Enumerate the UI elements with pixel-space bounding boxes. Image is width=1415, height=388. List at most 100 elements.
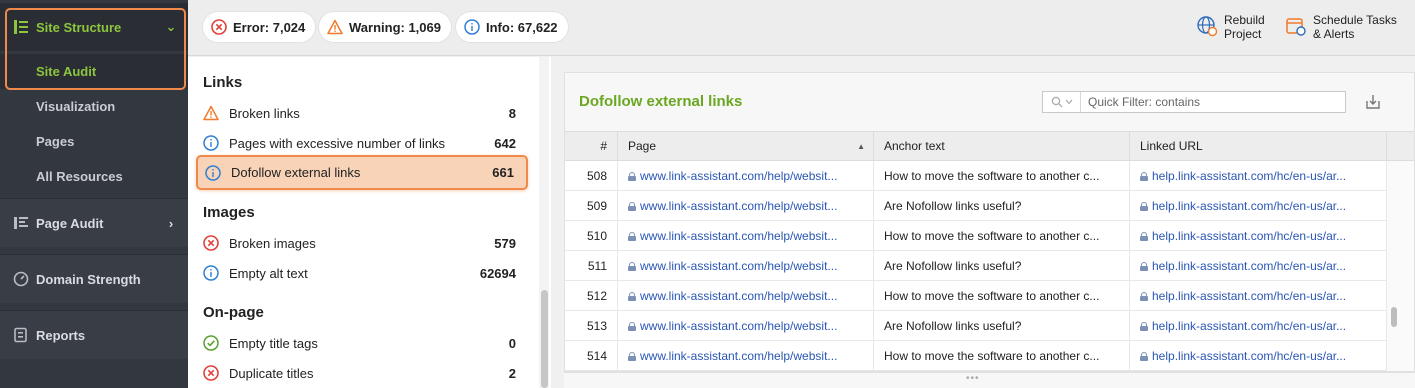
page-link[interactable]: www.link-assistant.com/help/websit... [618,191,874,221]
linked-url-text: help.link-assistant.com/hc/en-us/ar... [1152,349,1347,363]
anchor-text: How to move the software to another c... [874,221,1130,251]
group-heading-onpage: On-page [203,304,264,321]
quick-filter-input[interactable]: Quick Filter: contains [1081,95,1200,109]
error-icon [211,19,227,35]
page-url: www.link-assistant.com/help/websit... [640,199,838,213]
row-number: 514 [565,341,618,371]
lock-icon [628,351,636,361]
page-url: www.link-assistant.com/help/websit... [640,319,838,333]
linked-url-text: help.link-assistant.com/hc/en-us/ar... [1152,259,1347,273]
lock-icon [1140,231,1148,241]
chevron-right-icon: › [168,215,174,231]
page-link[interactable]: www.link-assistant.com/help/websit... [618,341,874,371]
sidebar-item-reports[interactable]: Reports [0,311,188,359]
linked-url-text: help.link-assistant.com/hc/en-us/ar... [1152,319,1347,333]
filter-mode-dropdown[interactable] [1043,92,1081,112]
issue-row-empty-alt-text[interactable]: Empty alt text 62694 [196,258,528,288]
lock-icon [628,171,636,181]
error-count-badge[interactable]: Error: 7,024 [203,12,316,42]
lock-icon [628,321,636,331]
page-audit-icon [11,213,31,233]
sidebar-item-pages[interactable]: Pages [0,124,188,159]
table-row[interactable]: 509 www.link-assistant.com/help/websit..… [565,191,1387,221]
grip-dots-icon: ••• [966,373,980,384]
schedule-tasks-button[interactable]: Schedule Tasks & Alerts [1285,13,1397,41]
warning-count-badge[interactable]: Warning: 1,069 [319,12,451,42]
page-link[interactable]: www.link-assistant.com/help/websit... [618,161,874,191]
issue-row-broken-images[interactable]: Broken images 579 [196,228,528,258]
table-row[interactable]: 511 www.link-assistant.com/help/websit..… [565,251,1387,281]
linked-url-text: help.link-assistant.com/hc/en-us/ar... [1152,289,1347,303]
sidebar-item-label: Reports [36,327,86,343]
issue-row-dofollow-external-links[interactable]: Dofollow external links 661 [196,155,528,190]
page-url: www.link-assistant.com/help/websit... [640,289,838,303]
column-header-linked-url[interactable]: Linked URL [1130,132,1387,160]
sidebar-item-page-audit[interactable]: Page Audit › [0,199,188,247]
column-header-anchor-text[interactable]: Anchor text [874,132,1130,160]
check-circle-icon [203,335,219,351]
linked-url[interactable]: help.link-assistant.com/hc/en-us/ar... [1130,191,1387,221]
issues-panel: Links Broken links 8 Pages with excessiv… [188,57,551,388]
table-row[interactable]: 508 www.link-assistant.com/help/websit..… [565,161,1387,191]
page-link[interactable]: www.link-assistant.com/help/websit... [618,251,874,281]
page-url: www.link-assistant.com/help/websit... [640,169,838,183]
search-icon [1051,96,1062,108]
issue-row-empty-title-tags[interactable]: Empty title tags 0 [196,328,528,358]
issue-row-duplicate-titles[interactable]: Duplicate titles 2 [196,358,528,388]
linked-url[interactable]: help.link-assistant.com/hc/en-us/ar... [1130,251,1387,281]
table-scrollbar[interactable] [1387,161,1414,371]
sidebar-item-label: All Resources [36,169,123,184]
column-header-page[interactable]: Page ▲ [618,132,874,160]
issue-label: Broken images [229,235,316,251]
table-row[interactable]: 512 www.link-assistant.com/help/websit..… [565,281,1387,311]
linked-url[interactable]: help.link-assistant.com/hc/en-us/ar... [1130,311,1387,341]
column-header-num[interactable]: # [565,132,618,160]
info-count-text: Info: 67,622 [486,19,558,35]
links-table: 508 www.link-assistant.com/help/websit..… [565,161,1387,371]
page-link[interactable]: www.link-assistant.com/help/websit... [618,221,874,251]
page-link[interactable]: www.link-assistant.com/help/websit... [618,311,874,341]
issue-label: Dofollow external links [231,165,361,180]
linked-url[interactable]: help.link-assistant.com/hc/en-us/ar... [1130,341,1387,371]
reports-icon [11,325,31,345]
sidebar-item-domain-strength[interactable]: Domain Strength [0,255,188,303]
lock-icon [1140,171,1148,181]
issue-label: Empty alt text [229,265,308,281]
sidebar-item-visualization[interactable]: Visualization [0,89,188,124]
sidebar-item-label: Visualization [36,99,116,114]
group-heading-links: Links [203,74,243,91]
sidebar-item-label: Page Audit [36,215,104,231]
table-row[interactable]: 514 www.link-assistant.com/help/websit..… [565,341,1387,371]
table-row[interactable]: 510 www.link-assistant.com/help/websit..… [565,221,1387,251]
rebuild-project-button[interactable]: Rebuild Project [1196,13,1265,41]
info-count-badge[interactable]: Info: 67,622 [456,12,568,42]
info-icon [464,19,480,35]
rebuild-label-line2: Project [1224,27,1262,41]
table-row[interactable]: 513 www.link-assistant.com/help/websit..… [565,311,1387,341]
linked-url[interactable]: help.link-assistant.com/hc/en-us/ar... [1130,161,1387,191]
linked-url[interactable]: help.link-assistant.com/hc/en-us/ar... [1130,281,1387,311]
page-link[interactable]: www.link-assistant.com/help/websit... [618,281,874,311]
column-label: # [600,139,607,153]
issue-row-excessive-links[interactable]: Pages with excessive number of links 642 [196,128,528,158]
detail-title: Dofollow external links [579,93,743,110]
linked-url-text: help.link-assistant.com/hc/en-us/ar... [1152,169,1347,183]
row-number: 510 [565,221,618,251]
issue-count: 0 [508,335,516,351]
sidebar-item-all-resources[interactable]: All Resources [0,159,188,194]
export-button[interactable] [1361,90,1385,114]
anchor-text: Are Nofollow links useful? [874,251,1130,281]
issue-count: 8 [508,105,516,121]
page-url: www.link-assistant.com/help/websit... [640,229,838,243]
column-label: Page [628,139,657,153]
linked-url[interactable]: help.link-assistant.com/hc/en-us/ar... [1130,221,1387,251]
info-icon [205,164,221,181]
column-label: Anchor text [884,139,945,153]
issue-row-broken-links[interactable]: Broken links 8 [196,98,528,128]
table-scrollbar-thumb[interactable] [1391,307,1397,327]
quick-filter[interactable]: Quick Filter: contains [1042,91,1346,113]
issues-scrollbar-thumb[interactable] [541,290,548,388]
sidebar-item-label: Domain Strength [36,271,141,287]
anchor-text: Are Nofollow links useful? [874,191,1130,221]
panel-resize-handle[interactable]: ••• [564,372,1415,388]
